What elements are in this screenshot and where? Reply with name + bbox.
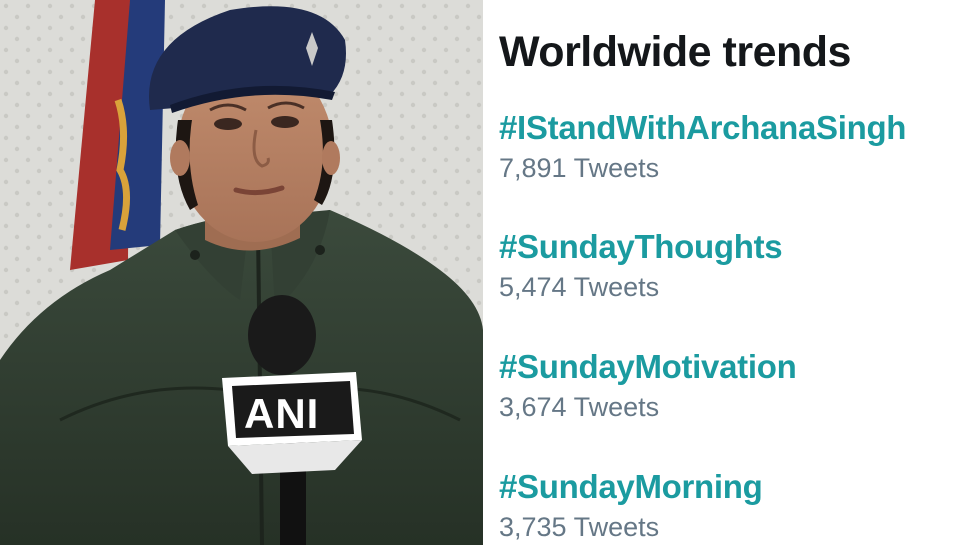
trends-title: Worldwide trends (499, 28, 851, 76)
trend-item[interactable]: #SundayMorning 3,735 Tweets (499, 467, 763, 545)
officer-photo: ANI (0, 0, 483, 545)
mic-flag-label: ANI (244, 390, 319, 437)
trend-item[interactable]: #SundayMotivation 3,674 Tweets (499, 347, 797, 425)
trend-item[interactable]: #SundayThoughts 5,474 Tweets (499, 227, 783, 305)
trends-panel: Worldwide trends #IStandWithArchanaSingh… (489, 0, 970, 545)
trend-item[interactable]: #IStandWithArchanaSingh 7,891 Tweets (499, 108, 906, 186)
trend-tweet-count: 3,674 Tweets (499, 392, 660, 422)
trend-hashtag[interactable]: #IStandWithArchanaSingh (499, 108, 906, 148)
officer-illustration: ANI (0, 0, 483, 545)
trend-tweet-count: 7,891 Tweets (499, 153, 660, 183)
trend-hashtag[interactable]: #SundayMorning (499, 467, 763, 507)
trend-hashtag[interactable]: #SundayMotivation (499, 347, 797, 387)
trend-tweet-count: 3,735 Tweets (499, 512, 660, 542)
composite-image: ANI Worldwide trends #IStandWithArchanaS… (0, 0, 970, 545)
trend-hashtag[interactable]: #SundayThoughts (499, 227, 783, 267)
trend-tweet-count: 5,474 Tweets (499, 272, 660, 302)
